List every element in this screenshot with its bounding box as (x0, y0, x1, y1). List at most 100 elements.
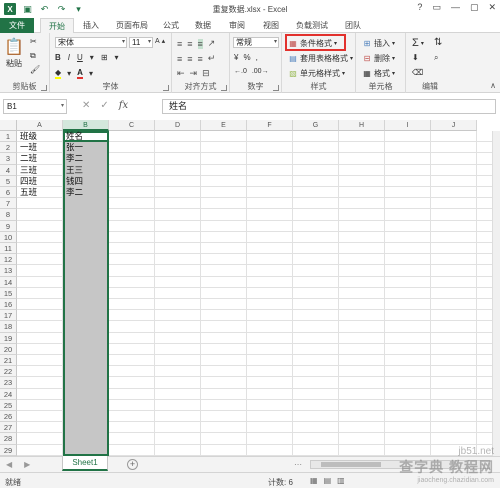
row-header-19[interactable]: 19 (0, 332, 17, 344)
cell-a4[interactable]: 三班 (18, 165, 37, 176)
format-as-table-button[interactable]: ▤ 套用表格格式 ▾ (288, 53, 353, 64)
format-painter-icon[interactable]: 🖌 (30, 65, 40, 74)
column-header-f[interactable]: F (247, 120, 293, 131)
copy-icon[interactable]: ⧉ (30, 51, 36, 61)
column-header-g[interactable]: G (293, 120, 339, 131)
percent-button[interactable]: % (243, 53, 250, 62)
align-middle-icon[interactable]: ≡ (187, 39, 192, 49)
align-top-icon[interactable]: ≡ (177, 39, 182, 49)
increase-indent-icon[interactable]: ⇥ (190, 68, 198, 79)
next-sheet-icon[interactable]: ▶ (24, 460, 30, 469)
align-bottom-icon[interactable]: ≡ (197, 38, 203, 49)
number-launcher-icon[interactable] (273, 85, 279, 91)
row-header-21[interactable]: 21 (0, 355, 17, 367)
clipboard-launcher-icon[interactable] (41, 85, 47, 91)
cell-b6[interactable]: 李二 (64, 187, 83, 198)
row-header-14[interactable]: 14 (0, 276, 17, 288)
cell-a5[interactable]: 四班 (18, 176, 37, 187)
cancel-icon[interactable]: ✕ (82, 100, 90, 111)
row-header-26[interactable]: 26 (0, 411, 17, 423)
tab-load-test[interactable]: 负载测试 (292, 18, 332, 33)
row-header-28[interactable]: 28 (0, 433, 17, 445)
row-header-20[interactable]: 20 (0, 343, 17, 355)
row-header-16[interactable]: 16 (0, 299, 17, 311)
cell-b3[interactable]: 李二 (64, 153, 83, 164)
more-options-icon[interactable]: ⋯ (294, 460, 302, 469)
find-select-icon[interactable]: ⌕ (434, 53, 438, 63)
column-header-a[interactable]: A (17, 120, 63, 131)
tab-data[interactable]: 数据 (190, 18, 216, 33)
formula-input[interactable]: 姓名 (162, 99, 496, 114)
paste-button[interactable]: 📋 粘贴 (4, 37, 24, 69)
row-header-11[interactable]: 11 (0, 243, 17, 255)
fill-color-icon[interactable]: ◆ (55, 68, 62, 79)
column-header-e[interactable]: E (201, 120, 247, 131)
row-header-1[interactable]: 1 (0, 131, 17, 143)
font-color-icon[interactable]: A (77, 68, 83, 79)
row-header-7[interactable]: 7 (0, 198, 17, 210)
format-cells-button[interactable]: ▦ 格式 ▾ (362, 68, 395, 79)
prev-sheet-icon[interactable]: ◀ (6, 460, 12, 469)
number-format-select[interactable]: 常规 ▾ (233, 37, 279, 48)
fill-icon[interactable]: ⬇ (412, 53, 419, 62)
select-all-corner[interactable] (0, 120, 17, 131)
delete-cells-button[interactable]: ⊟ 删除 ▾ (362, 53, 395, 64)
bold-button[interactable]: B (55, 53, 61, 62)
sheet-tab-sheet1[interactable]: Sheet1 (62, 456, 108, 471)
decrease-indent-icon[interactable]: ⇤ (177, 68, 185, 79)
cell-styles-button[interactable]: ▧ 单元格样式 ▾ (288, 68, 345, 79)
row-header-13[interactable]: 13 (0, 265, 17, 277)
row-header-27[interactable]: 27 (0, 422, 17, 434)
font-size-select[interactable]: 11 ▾ (129, 37, 153, 48)
column-header-d[interactable]: D (155, 120, 201, 131)
worksheet-grid[interactable]: ABCDEFGHIJ 1 2 3 4 5 6 7 8 9 10 11 12 13 14 15 16 17 18 19… (0, 120, 500, 456)
page-layout-view-icon[interactable]: ▤ (324, 476, 332, 485)
italic-button[interactable]: I (68, 53, 70, 62)
cell-b1[interactable]: 姓名 (64, 131, 83, 142)
row-header-3[interactable]: 3 (0, 153, 17, 165)
align-left-icon[interactable]: ≡ (177, 54, 182, 64)
font-name-select[interactable]: 宋体 ▾ (55, 37, 127, 48)
insert-function-icon[interactable]: fx (119, 100, 128, 111)
tab-home[interactable]: 开始 (40, 18, 74, 34)
row-header-8[interactable]: 8 (0, 209, 17, 221)
help-icon[interactable]: ? (417, 2, 422, 13)
column-header-b[interactable]: B (63, 120, 109, 131)
align-right-icon[interactable]: ≡ (198, 54, 203, 64)
underline-dropdown-icon[interactable]: ▾ (90, 53, 94, 62)
row-header-15[interactable]: 15 (0, 287, 17, 299)
maximize-icon[interactable]: ▢ (470, 2, 479, 13)
tab-formulas[interactable]: 公式 (158, 18, 184, 33)
row-header-5[interactable]: 5 (0, 175, 17, 187)
row-header-10[interactable]: 10 (0, 231, 17, 243)
row-header-17[interactable]: 17 (0, 310, 17, 322)
increase-decimal-icon[interactable]: ←.0 (234, 68, 247, 75)
column-header-j[interactable]: J (431, 120, 477, 131)
column-header-h[interactable]: H (339, 120, 385, 131)
decrease-decimal-icon[interactable]: .00→ (252, 68, 269, 75)
enter-icon[interactable]: ✓ (100, 100, 108, 111)
cell-a6[interactable]: 五班 (18, 187, 37, 198)
add-sheet-button[interactable]: + (127, 459, 138, 470)
cell-a3[interactable]: 二班 (18, 153, 37, 164)
wrap-text-icon[interactable]: ↵ (208, 53, 216, 64)
row-header-6[interactable]: 6 (0, 187, 17, 199)
cut-icon[interactable]: ✂ (30, 37, 37, 46)
row-header-18[interactable]: 18 (0, 321, 17, 333)
minimize-icon[interactable]: — (451, 2, 460, 13)
sort-filter-icon[interactable]: ⇅ (434, 37, 442, 48)
column-header-c[interactable]: C (109, 120, 155, 131)
cell-b4[interactable]: 王三 (64, 165, 83, 176)
row-header-25[interactable]: 25 (0, 399, 17, 411)
row-header-24[interactable]: 24 (0, 388, 17, 400)
row-header-9[interactable]: 9 (0, 220, 17, 232)
cell-a2[interactable]: 一班 (18, 142, 37, 153)
tab-view[interactable]: 视图 (258, 18, 284, 33)
collapse-ribbon-icon[interactable]: ∧ (490, 81, 496, 90)
cell-b2[interactable]: 张一 (64, 142, 83, 153)
row-header-2[interactable]: 2 (0, 142, 17, 154)
ribbon-display-icon[interactable]: ▭ (432, 2, 441, 13)
tab-file[interactable]: 文件 (0, 18, 34, 33)
clear-icon[interactable]: ⌫ (412, 68, 423, 77)
scroll-thumb[interactable] (321, 462, 381, 467)
